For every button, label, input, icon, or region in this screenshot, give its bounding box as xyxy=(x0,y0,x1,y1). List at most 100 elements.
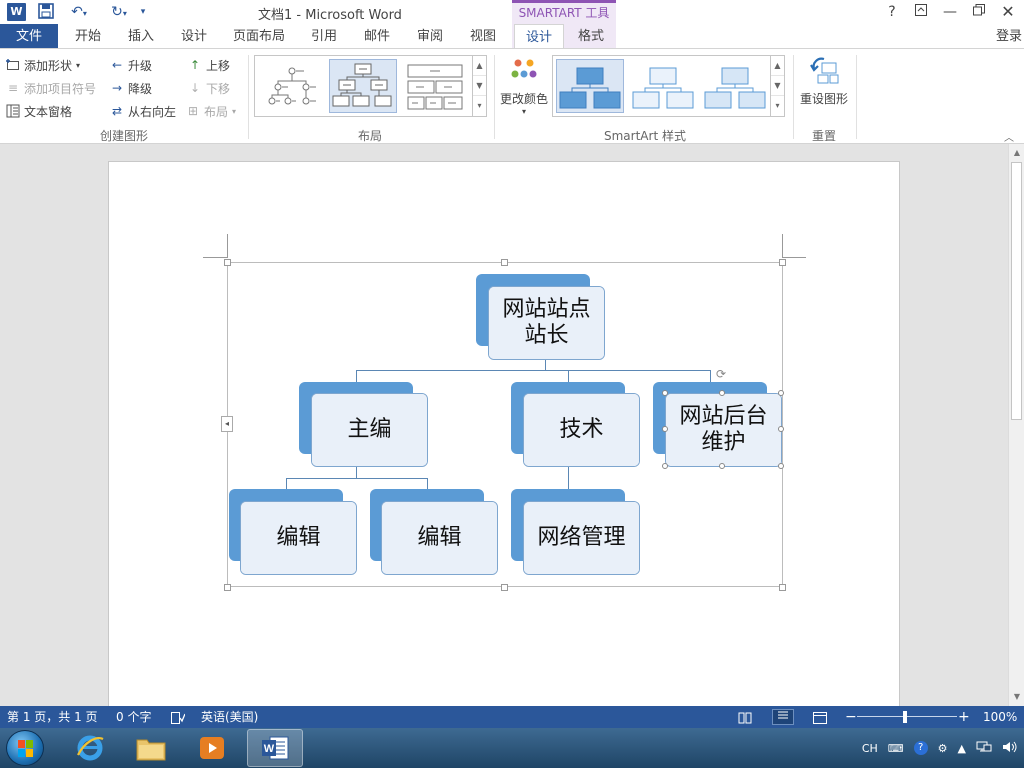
resize-handle[interactable] xyxy=(224,259,231,266)
tab-file[interactable]: 文件 xyxy=(0,24,58,49)
tab-references[interactable]: 引用 xyxy=(302,24,346,49)
shape-handle[interactable] xyxy=(778,426,784,432)
chevron-up-icon[interactable]: ▲ xyxy=(473,56,486,76)
language-indicator[interactable]: 英语(美国) xyxy=(201,706,258,728)
chevron-down-icon[interactable]: ▼ xyxy=(771,76,784,96)
resize-handle[interactable] xyxy=(501,259,508,266)
web-layout-icon[interactable] xyxy=(813,706,827,728)
ime-indicator[interactable]: CH xyxy=(862,742,878,755)
org-node-root[interactable]: 网站站点 站长 xyxy=(476,274,605,360)
org-node-level2[interactable]: 主编 xyxy=(299,382,428,467)
demote-button[interactable]: → 降级 xyxy=(110,78,152,98)
close-icon[interactable]: ✕ xyxy=(994,2,1022,22)
right-to-left-button[interactable]: ⇄ 从右向左 xyxy=(110,101,176,121)
file-explorer-icon[interactable] xyxy=(123,729,179,767)
text-pane-toggle[interactable]: ◂ xyxy=(221,416,233,432)
shape-handle[interactable] xyxy=(719,463,725,469)
chevron-up-icon[interactable]: ▲ xyxy=(771,56,784,76)
collapse-ribbon-icon[interactable]: ︿ xyxy=(1004,129,1014,144)
show-hidden-icons-icon[interactable]: ▲ xyxy=(958,742,966,755)
layout-button[interactable]: ⊞ 布局 ▾ xyxy=(186,101,236,121)
word-logo-icon[interactable]: W xyxy=(7,3,26,21)
help-tray-icon[interactable]: ? xyxy=(913,741,928,755)
zoom-slider[interactable] xyxy=(857,716,957,717)
signin-link[interactable]: 登录 xyxy=(996,24,1022,49)
org-node-level3[interactable]: 编辑 xyxy=(229,489,357,575)
volume-icon[interactable] xyxy=(1002,740,1018,757)
layout-option-table-hierarchy[interactable] xyxy=(402,59,470,113)
vertical-scrollbar[interactable]: ▲ ▼ xyxy=(1008,144,1024,706)
word-taskbar-icon[interactable]: W xyxy=(247,729,303,767)
tab-smartart-design[interactable]: 设计 xyxy=(514,24,564,49)
tab-page-layout[interactable]: 页面布局 xyxy=(227,24,291,49)
resize-handle[interactable] xyxy=(779,584,786,591)
gallery-more-icon[interactable]: ▾ xyxy=(771,96,784,116)
style-option-1[interactable] xyxy=(556,59,624,113)
undo-icon[interactable]: ↶▾ xyxy=(66,3,92,21)
reset-graphic-button[interactable]: 重设图形 xyxy=(798,55,850,125)
network-icon[interactable] xyxy=(976,740,992,757)
zoom-out-button[interactable]: − xyxy=(845,706,857,728)
tab-mailings[interactable]: 邮件 xyxy=(355,24,399,49)
tab-insert[interactable]: 插入 xyxy=(119,24,163,49)
layout-option-hierarchy-circles[interactable] xyxy=(258,59,326,113)
print-layout-icon[interactable] xyxy=(772,709,794,725)
keyboard-icon[interactable]: ⌨ xyxy=(888,742,904,755)
move-down-button[interactable]: ↓ 下移 xyxy=(188,78,230,98)
internet-explorer-icon[interactable] xyxy=(62,729,118,767)
text-pane-icon xyxy=(6,104,20,118)
add-shape-button[interactable]: 添加形状 ▾ xyxy=(6,55,80,75)
ribbon-display-options-icon[interactable] xyxy=(907,2,935,22)
scroll-down-icon[interactable]: ▼ xyxy=(1009,690,1024,704)
shape-handle[interactable] xyxy=(719,390,725,396)
proofing-icon[interactable] xyxy=(171,706,186,728)
org-node-level3[interactable]: 网络管理 xyxy=(511,489,640,575)
tab-smartart-format[interactable]: 格式 xyxy=(569,24,613,49)
windows-start-icon[interactable] xyxy=(6,730,44,766)
tab-view[interactable]: 视图 xyxy=(461,24,505,49)
shape-handle[interactable] xyxy=(778,463,784,469)
scrollbar-thumb[interactable] xyxy=(1011,162,1022,420)
style-option-3[interactable] xyxy=(701,59,769,113)
shape-handle[interactable] xyxy=(778,390,784,396)
restore-icon[interactable] xyxy=(965,2,993,22)
change-colors-button[interactable]: 更改颜色 ▾ xyxy=(498,55,550,125)
rotate-handle-icon[interactable]: ⟳ xyxy=(716,367,726,381)
zoom-level[interactable]: 100% xyxy=(983,706,1017,728)
tab-design[interactable]: 设计 xyxy=(172,24,216,49)
resize-handle[interactable] xyxy=(224,584,231,591)
help-button[interactable]: ? xyxy=(878,2,906,22)
org-node-level2-selected[interactable]: 网站后台 维护 xyxy=(653,382,782,467)
page-count[interactable]: 第 1 页，共 1 页 xyxy=(7,706,98,728)
tab-home[interactable]: 开始 xyxy=(66,24,110,49)
shape-handle[interactable] xyxy=(662,463,668,469)
tab-review[interactable]: 审阅 xyxy=(408,24,452,49)
org-node-level3[interactable]: 编辑 xyxy=(370,489,498,575)
zoom-slider-thumb[interactable] xyxy=(903,711,907,723)
layouts-gallery-scroll[interactable]: ▲ ▼ ▾ xyxy=(472,56,486,116)
customize-qat-icon[interactable]: ▾ xyxy=(134,3,152,21)
styles-gallery-scroll[interactable]: ▲ ▼ ▾ xyxy=(770,56,784,116)
redo-icon[interactable]: ↻▾ xyxy=(106,3,132,21)
read-mode-icon[interactable] xyxy=(738,706,752,728)
gallery-more-icon[interactable]: ▾ xyxy=(473,96,486,116)
chevron-down-icon[interactable]: ▼ xyxy=(473,76,486,96)
zoom-in-button[interactable]: + xyxy=(958,706,970,728)
move-up-button[interactable]: ↑ 上移 xyxy=(188,55,230,75)
minimize-icon[interactable]: — xyxy=(936,2,964,22)
shape-handle[interactable] xyxy=(662,390,668,396)
media-player-icon[interactable] xyxy=(184,729,240,767)
style-option-2[interactable] xyxy=(629,59,697,113)
resize-handle[interactable] xyxy=(779,259,786,266)
save-icon[interactable] xyxy=(37,3,55,21)
add-bullet-button[interactable]: ≡ 添加项目符号 xyxy=(6,78,96,98)
org-node-level2[interactable]: 技术 xyxy=(511,382,640,467)
shape-handle[interactable] xyxy=(662,426,668,432)
scroll-up-icon[interactable]: ▲ xyxy=(1009,146,1024,160)
text-pane-button[interactable]: 文本窗格 xyxy=(6,101,72,121)
word-count[interactable]: 0 个字 xyxy=(116,706,151,728)
resize-handle[interactable] xyxy=(501,584,508,591)
settings-tray-icon[interactable]: ⚙ xyxy=(938,742,948,755)
layout-option-org-chart[interactable] xyxy=(329,59,397,113)
promote-button[interactable]: ← 升级 xyxy=(110,55,152,75)
